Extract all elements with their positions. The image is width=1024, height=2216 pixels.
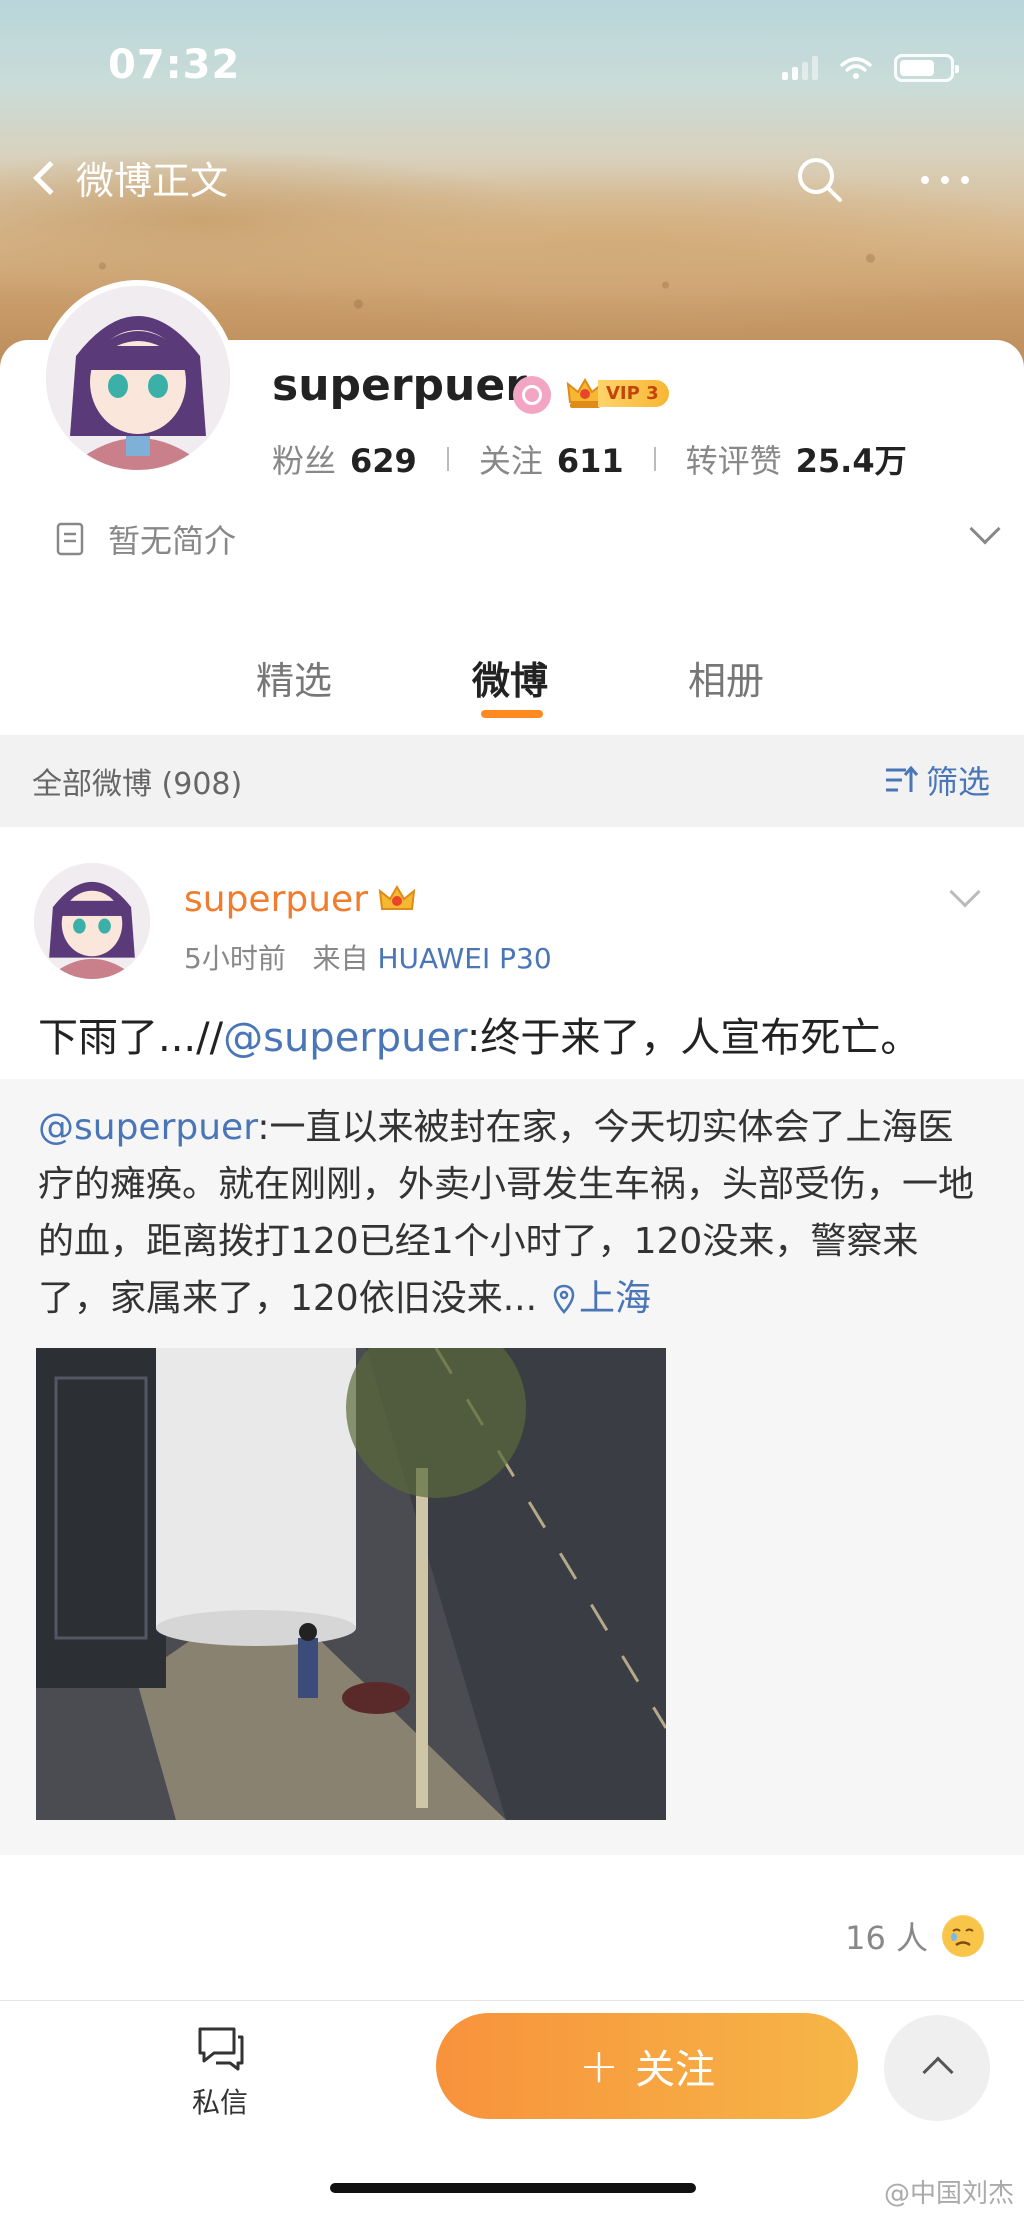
- post-mention[interactable]: @superpuer: [223, 1015, 467, 1061]
- profile-avatar[interactable]: [40, 280, 236, 476]
- engagement-count: 25.4万: [795, 442, 907, 480]
- tab-album[interactable]: 相册: [688, 650, 764, 705]
- reactions-count: 16 人: [845, 1919, 928, 1957]
- chat-bubble-icon: [198, 2027, 244, 2071]
- battery-level: [900, 60, 934, 76]
- fan-badge-icon[interactable]: [513, 376, 551, 414]
- direct-message-button[interactable]: 私信: [180, 2023, 260, 2121]
- followers-label: 粉丝: [272, 442, 337, 480]
- all-posts-label[interactable]: 全部微博 (908): [32, 759, 242, 803]
- reactions[interactable]: 16 人: [845, 1913, 984, 1959]
- post-username[interactable]: superpuer: [184, 879, 416, 920]
- vip-badge[interactable]: VIP 3: [566, 374, 669, 412]
- post-avatar[interactable]: [34, 863, 150, 979]
- post-options-chevron-icon[interactable]: [949, 876, 981, 908]
- nav-bar: 微博正文: [0, 150, 1024, 210]
- follow-button[interactable]: + 关注: [436, 2013, 858, 2119]
- post-text: 下雨了...//@superpuer:终于来了，人宣布死亡。: [38, 1005, 920, 1063]
- home-indicator[interactable]: [330, 2183, 696, 2193]
- status-bar: 07:32: [0, 40, 1024, 100]
- filter-label: 筛选: [925, 763, 990, 801]
- location-link[interactable]: 上海: [579, 1278, 651, 1319]
- battery-icon: [894, 54, 959, 82]
- tab-weibo[interactable]: 微博: [472, 650, 548, 705]
- search-icon[interactable]: [790, 150, 850, 210]
- post-time: 5小时前: [184, 942, 286, 975]
- status-time: 07:32: [108, 42, 241, 88]
- filter-button[interactable]: 筛选: [884, 757, 990, 803]
- crown-icon: [378, 884, 416, 910]
- chevron-up-icon: [922, 2056, 954, 2088]
- filter-bar: 全部微博 (908) 筛选: [0, 735, 1024, 827]
- following-count: 611: [556, 442, 624, 480]
- wifi-icon: [840, 57, 872, 79]
- post-meta: 5小时前 来自 HUAWEI P30: [184, 937, 552, 977]
- status-icons: [782, 54, 959, 82]
- stats-divider: [446, 447, 449, 471]
- engagement-stat: 转评赞 25.4万: [686, 436, 907, 482]
- bio-text: 暂无简介: [108, 522, 237, 560]
- repost-mention[interactable]: @superpuer: [38, 1107, 257, 1148]
- filter-icon: [885, 765, 918, 792]
- chevron-down-icon[interactable]: [969, 513, 1001, 545]
- scroll-to-top-button[interactable]: [884, 2015, 990, 2121]
- following-label: 关注: [478, 442, 543, 480]
- location-pin-icon: [553, 1284, 575, 1314]
- vip-level: VIP 3: [598, 379, 669, 407]
- post-device[interactable]: HUAWEI P30: [377, 942, 551, 975]
- repost-text: @superpuer:一直以来被封在家，今天切实体会了上海医疗的瘫痪。就在刚刚，…: [38, 1099, 988, 1327]
- profile-stats: 粉丝 629 关注 611 转评赞 25.4万: [272, 436, 907, 482]
- following-stat[interactable]: 关注 611: [479, 436, 624, 482]
- back-button[interactable]: 微博正文: [30, 150, 228, 205]
- sad-face-emoji-icon: [942, 1915, 984, 1957]
- followers-stat[interactable]: 粉丝 629: [272, 436, 417, 482]
- follow-label: 关注: [635, 2047, 716, 2093]
- avatar-illustration: [34, 863, 150, 979]
- watermark: @中国刘杰: [883, 2179, 1014, 2209]
- tab-featured[interactable]: 精选: [256, 650, 332, 705]
- profile-tabs: 精选 微博 相册: [0, 650, 1024, 730]
- bottom-action-bar: 私信 + 关注 @中国刘杰: [0, 2000, 1024, 2216]
- document-icon: [56, 522, 84, 556]
- avatar-illustration: [46, 286, 230, 470]
- street-scene-image: [36, 1348, 666, 1820]
- post-text-prefix: 下雨了...//: [38, 1015, 224, 1061]
- more-options-icon[interactable]: [910, 150, 980, 210]
- stats-divider: [653, 447, 656, 471]
- signal-icon: [782, 56, 818, 80]
- post-username-text: superpuer: [184, 879, 368, 920]
- back-label: 微博正文: [76, 159, 229, 203]
- active-tab-indicator: [481, 710, 543, 718]
- back-chevron-icon: [33, 160, 67, 195]
- post-photo[interactable]: [36, 1348, 666, 1820]
- followers-count: 629: [350, 442, 417, 480]
- dm-label: 私信: [191, 2086, 248, 2119]
- post-from-label: 来自: [312, 942, 369, 975]
- post-text-suffix: :终于来了，人宣布死亡。: [466, 1015, 921, 1061]
- bio-row[interactable]: 暂无简介: [56, 513, 1001, 562]
- plus-icon: +: [578, 2038, 620, 2094]
- profile-username: superpuer: [272, 360, 527, 411]
- engagement-label: 转评赞: [685, 442, 782, 480]
